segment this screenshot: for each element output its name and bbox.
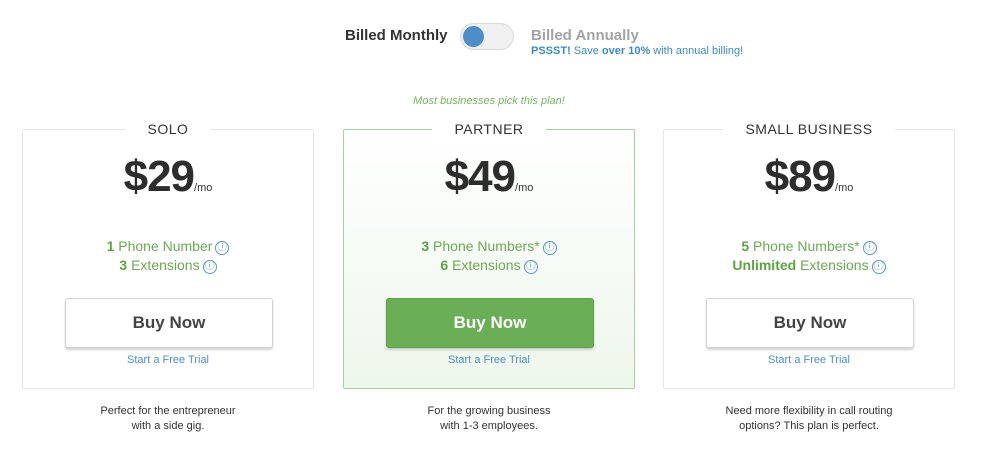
feature-label: Phone Numbers* bbox=[429, 238, 540, 254]
promo-mid: Save bbox=[570, 45, 602, 57]
promo-emphasis: over 10% bbox=[601, 45, 651, 57]
info-icon[interactable]: ⓘ bbox=[202, 260, 217, 274]
plan-card-partner: PARTNER $49/mo 3 Phone Numbers* ⓘ 6 Exten… bbox=[343, 121, 635, 389]
plan-features: 3 Phone Numbers* ⓘ 6 Extensions ⓘ bbox=[344, 237, 634, 275]
buy-now-button-solo[interactable]: Buy Now bbox=[65, 298, 273, 348]
promo-prefix: PSSST! bbox=[531, 45, 571, 57]
plan-name: SMALL BUSINESS bbox=[723, 121, 895, 137]
plan-features: 5 Phone Numbers* ⓘ Unlimited Extensions ⓘ bbox=[664, 237, 954, 275]
feature-phone-numbers: 3 Phone Numbers* ⓘ bbox=[344, 237, 634, 256]
plan-card-small-business: SMALL BUSINESS $89/mo 5 Phone Numbers* ⓘ … bbox=[663, 121, 955, 389]
plan-price: $29/mo bbox=[23, 152, 313, 202]
billing-toggle-group: Billed Monthly Billed Annually PSSST! Sa… bbox=[0, 22, 1000, 62]
feature-label: Extensions bbox=[127, 257, 200, 273]
price-unit: /mo bbox=[515, 182, 534, 194]
toggle-knob bbox=[463, 26, 484, 47]
plan-description-solo: Perfect for the entrepreneur with a side… bbox=[22, 404, 314, 434]
free-trial-link-small-business[interactable]: Start a Free Trial bbox=[664, 354, 954, 366]
price-amount: $89 bbox=[764, 152, 836, 201]
free-trial-link-partner[interactable]: Start a Free Trial bbox=[344, 354, 634, 366]
price-amount: $29 bbox=[123, 152, 195, 201]
description-line: with 1-3 employees. bbox=[440, 420, 538, 432]
feature-label: Phone Number bbox=[114, 238, 213, 254]
billed-monthly-label[interactable]: Billed Monthly bbox=[345, 27, 448, 44]
feature-label: Extensions bbox=[796, 257, 869, 273]
buy-now-button-small-business[interactable]: Buy Now bbox=[706, 298, 914, 348]
feature-extensions: Unlimited Extensions ⓘ bbox=[664, 256, 954, 275]
plan-price: $89/mo bbox=[664, 152, 954, 202]
info-icon[interactable]: ⓘ bbox=[523, 260, 538, 274]
description-line: Perfect for the entrepreneur bbox=[100, 405, 236, 417]
info-icon[interactable]: ⓘ bbox=[542, 241, 557, 255]
info-icon[interactable]: ⓘ bbox=[215, 241, 230, 255]
description-line: For the growing business bbox=[427, 405, 551, 417]
plan-description-partner: For the growing business with 1-3 employ… bbox=[343, 404, 635, 434]
description-line: Need more flexibility in call routing bbox=[725, 405, 893, 417]
plan-name: SOLO bbox=[125, 121, 211, 137]
plan-description-small-business: Need more flexibility in call routing op… bbox=[663, 404, 955, 434]
feature-label: Extensions bbox=[448, 257, 521, 273]
buy-now-button-partner[interactable]: Buy Now bbox=[386, 298, 594, 348]
description-line: with a side gig. bbox=[131, 420, 205, 432]
price-amount: $49 bbox=[444, 152, 516, 201]
billing-period-toggle[interactable] bbox=[460, 23, 514, 50]
plan-features: 1 Phone Number ⓘ 3 Extensions ⓘ bbox=[23, 237, 313, 275]
feature-extensions: 6 Extensions ⓘ bbox=[344, 256, 634, 275]
recommended-plan-note: Most businesses pick this plan! bbox=[413, 95, 565, 107]
feature-phone-numbers: 1 Phone Number ⓘ bbox=[23, 237, 313, 256]
price-unit: /mo bbox=[194, 182, 213, 194]
feature-extensions: 3 Extensions ⓘ bbox=[23, 256, 313, 275]
price-unit: /mo bbox=[835, 182, 854, 194]
free-trial-link-solo[interactable]: Start a Free Trial bbox=[23, 354, 313, 366]
info-icon[interactable]: ⓘ bbox=[871, 260, 886, 274]
feature-label: Phone Numbers* bbox=[749, 238, 860, 254]
plan-card-solo: SOLO $29/mo 1 Phone Number ⓘ 3 Extensions… bbox=[22, 121, 314, 389]
feature-count: Unlimited bbox=[732, 257, 797, 273]
promo-suffix: with annual billing! bbox=[650, 45, 744, 57]
billed-annually-label[interactable]: Billed Annually bbox=[531, 27, 639, 44]
feature-phone-numbers: 5 Phone Numbers* ⓘ bbox=[664, 237, 954, 256]
plan-name: PARTNER bbox=[432, 121, 546, 137]
info-icon[interactable]: ⓘ bbox=[862, 241, 877, 255]
description-line: options? This plan is perfect. bbox=[739, 420, 879, 432]
annual-promo-text: PSSST! Save over 10% with annual billing… bbox=[531, 45, 743, 57]
feature-count: 5 bbox=[741, 238, 750, 254]
feature-count: 3 bbox=[421, 238, 430, 254]
plan-price: $49/mo bbox=[344, 152, 634, 202]
